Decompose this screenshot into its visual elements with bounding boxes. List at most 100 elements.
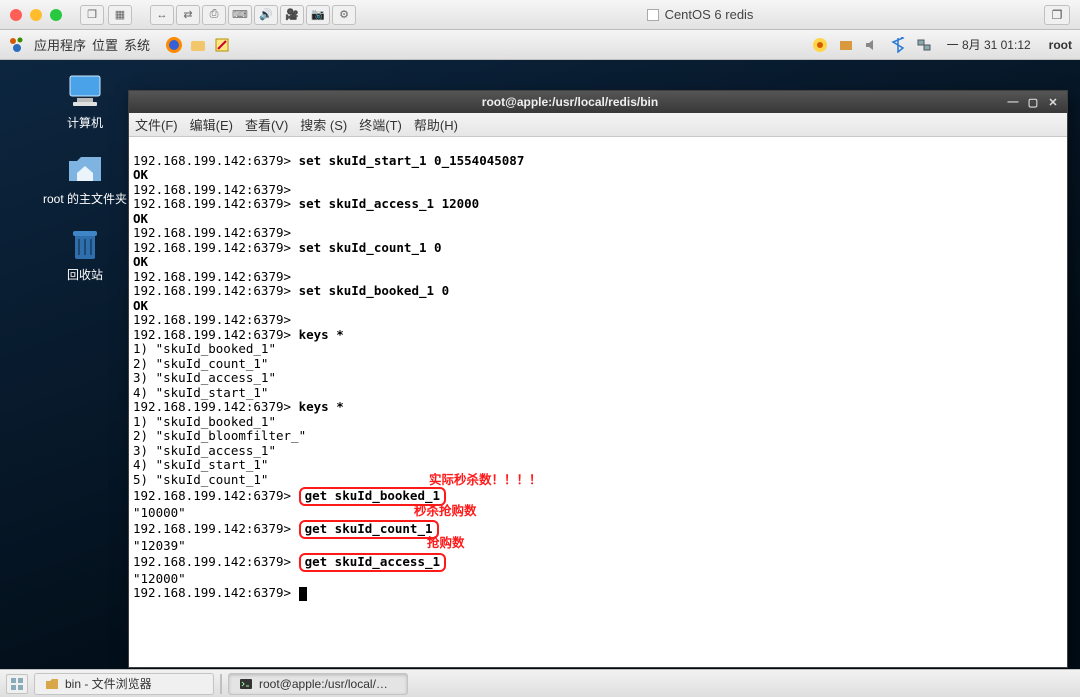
bluetooth-icon[interactable] (889, 36, 907, 54)
term-line: OK (133, 254, 148, 269)
term-line: 4) "skuId_start_1" (133, 457, 268, 472)
close-button[interactable]: ✕ (1045, 95, 1061, 109)
menu-item[interactable]: 编辑(E) (190, 115, 233, 134)
term-line: 3) "skuId_access_1" (133, 443, 276, 458)
file-manager-icon[interactable] (188, 35, 208, 55)
toolbar-btn[interactable]: ⌨ (228, 5, 252, 25)
highlight-get-count: get skuId_count_1 (299, 520, 439, 539)
computer-icon (64, 72, 106, 112)
close-icon[interactable] (10, 9, 22, 21)
menu-item[interactable]: 终端(T) (359, 115, 402, 134)
toolbar-btn[interactable]: ▦ (108, 5, 132, 25)
host-title-text: CentOS 6 redis (665, 7, 754, 22)
toolbar-btn[interactable]: 📷 (306, 5, 330, 25)
annotation-count: 秒杀抢购数 (414, 504, 477, 519)
highlight-get-booked: get skuId_booked_1 (299, 487, 446, 506)
toolbar-btn[interactable]: ⚙ (332, 5, 356, 25)
clock[interactable]: 一 8月 31 01:12 (947, 36, 1031, 53)
window-traffic-lights (10, 9, 62, 21)
menu-system[interactable]: 系统 (124, 35, 150, 54)
menu-applications[interactable]: 应用程序 (34, 35, 86, 54)
term-line: OK (133, 211, 148, 226)
menu-item[interactable]: 查看(V) (245, 115, 288, 134)
taskbar-item-label: bin - 文件浏览器 (65, 675, 152, 692)
terminal-titlebar[interactable]: root@apple:/usr/local/redis/bin — ▢ ✕ (129, 91, 1067, 113)
term-line: 192.168.199.142:6379> (133, 269, 291, 284)
minimize-button[interactable]: — (1005, 95, 1021, 109)
term-line: 192.168.199.142:6379> (133, 312, 291, 327)
annotation-access: 抢购数 (427, 536, 465, 551)
term-line: 1) "skuId_booked_1" (133, 414, 276, 429)
maximize-button[interactable]: ▢ (1025, 95, 1041, 109)
window-controls: — ▢ ✕ (1005, 95, 1061, 109)
term-line: "12039" (133, 538, 186, 553)
term-line: 192.168.199.142:6379> get skuId_booked_1 (133, 488, 446, 503)
network-icon[interactable] (915, 36, 933, 54)
annotation-booked: 实际秒杀数！！！！ (429, 473, 542, 488)
gnome-top-panel: 应用程序 位置 系统 一 8月 31 01:12 root (0, 30, 1080, 60)
text-editor-icon[interactable] (212, 35, 232, 55)
term-line: 5) "skuId_count_1" (133, 472, 268, 487)
term-line: 192.168.199.142:6379> (133, 585, 307, 600)
toolbar-btn[interactable]: 🔊 (254, 5, 278, 25)
taskbar-item-filemanager[interactable]: bin - 文件浏览器 (34, 673, 214, 695)
systray: 一 8月 31 01:12 root (811, 36, 1072, 54)
trash-icon (64, 224, 106, 264)
show-desktop-button[interactable] (6, 674, 28, 694)
desktop[interactable]: 计算机 root 的主文件夹 回收站 root@apple:/usr/local… (0, 60, 1080, 669)
taskbar-item-terminal[interactable]: root@apple:/usr/local/… (228, 673, 408, 695)
desktop-icon-label: 回收站 (40, 266, 130, 283)
quick-launch (164, 35, 232, 55)
firefox-icon[interactable] (164, 35, 184, 55)
desktop-icon-home[interactable]: root 的主文件夹 (40, 148, 130, 207)
toolbar-btn[interactable]: ❐ (80, 5, 104, 25)
update-icon[interactable] (811, 36, 829, 54)
folder-icon (45, 677, 59, 691)
host-window-title: CentOS 6 redis (364, 7, 1036, 22)
term-line: "10000" (133, 505, 186, 520)
user-label[interactable]: root (1049, 38, 1072, 52)
host-right-button[interactable]: ❐ (1044, 5, 1070, 25)
minimize-icon[interactable] (30, 9, 42, 21)
terminal-body[interactable]: 192.168.199.142:6379> set skuId_start_1 … (129, 137, 1067, 667)
menu-item[interactable]: 文件(F) (135, 115, 178, 134)
home-folder-icon (64, 148, 106, 188)
toolbar-btn[interactable]: ⇄ (176, 5, 200, 25)
term-line: 4) "skuId_start_1" (133, 385, 268, 400)
term-line: 192.168.199.142:6379> set skuId_booked_1… (133, 283, 449, 298)
term-line: 192.168.199.142:6379> get skuId_count_1 (133, 521, 439, 536)
terminal-menubar: 文件(F) 编辑(E) 查看(V) 搜索 (S) 终端(T) 帮助(H) (129, 113, 1067, 137)
terminal-icon (239, 677, 253, 691)
menu-item[interactable]: 搜索 (S) (300, 115, 347, 134)
term-line: 2) "skuId_count_1" (133, 356, 268, 371)
desktop-icon-trash[interactable]: 回收站 (40, 224, 130, 283)
volume-icon[interactable] (863, 36, 881, 54)
term-line: 192.168.199.142:6379> (133, 225, 291, 240)
host-toolbar-group-1: ❐ ▦ (80, 5, 132, 25)
term-line: 2) "skuId_bloomfilter_" (133, 428, 306, 443)
term-line: 192.168.199.142:6379> get skuId_access_1 (133, 554, 446, 569)
menu-places[interactable]: 位置 (92, 35, 118, 54)
term-line: OK (133, 298, 148, 313)
toolbar-btn[interactable]: ⎙ (202, 5, 226, 25)
package-icon[interactable] (837, 36, 855, 54)
term-line: 192.168.199.142:6379> set skuId_start_1 … (133, 153, 524, 168)
menu-item[interactable]: 帮助(H) (414, 115, 458, 134)
term-line: 3) "skuId_access_1" (133, 370, 276, 385)
toolbar-btn[interactable]: 🎥 (280, 5, 304, 25)
term-line: 192.168.199.142:6379> keys * (133, 327, 344, 342)
terminal-window: root@apple:/usr/local/redis/bin — ▢ ✕ 文件… (128, 90, 1068, 668)
term-line: 192.168.199.142:6379> set skuId_count_1 … (133, 240, 442, 255)
desktop-icon-computer[interactable]: 计算机 (40, 72, 130, 131)
desktop-icon-label: root 的主文件夹 (40, 190, 130, 207)
cursor-icon (299, 587, 307, 601)
highlight-get-access: get skuId_access_1 (299, 553, 446, 572)
toolbar-btn[interactable]: ↔ (150, 5, 174, 25)
gnome-menu: 应用程序 位置 系统 (34, 35, 150, 54)
zoom-icon[interactable] (50, 9, 62, 21)
gnome-foot-icon[interactable] (8, 36, 26, 54)
host-topbar: ❐ ▦ ↔ ⇄ ⎙ ⌨ 🔊 🎥 📷 ⚙ CentOS 6 redis ❐ (0, 0, 1080, 30)
gnome-bottom-panel: bin - 文件浏览器 root@apple:/usr/local/… (0, 669, 1080, 697)
host-toolbar-group-2: ↔ ⇄ ⎙ ⌨ 🔊 🎥 📷 ⚙ (150, 5, 356, 25)
term-line: "12000" (133, 571, 186, 586)
